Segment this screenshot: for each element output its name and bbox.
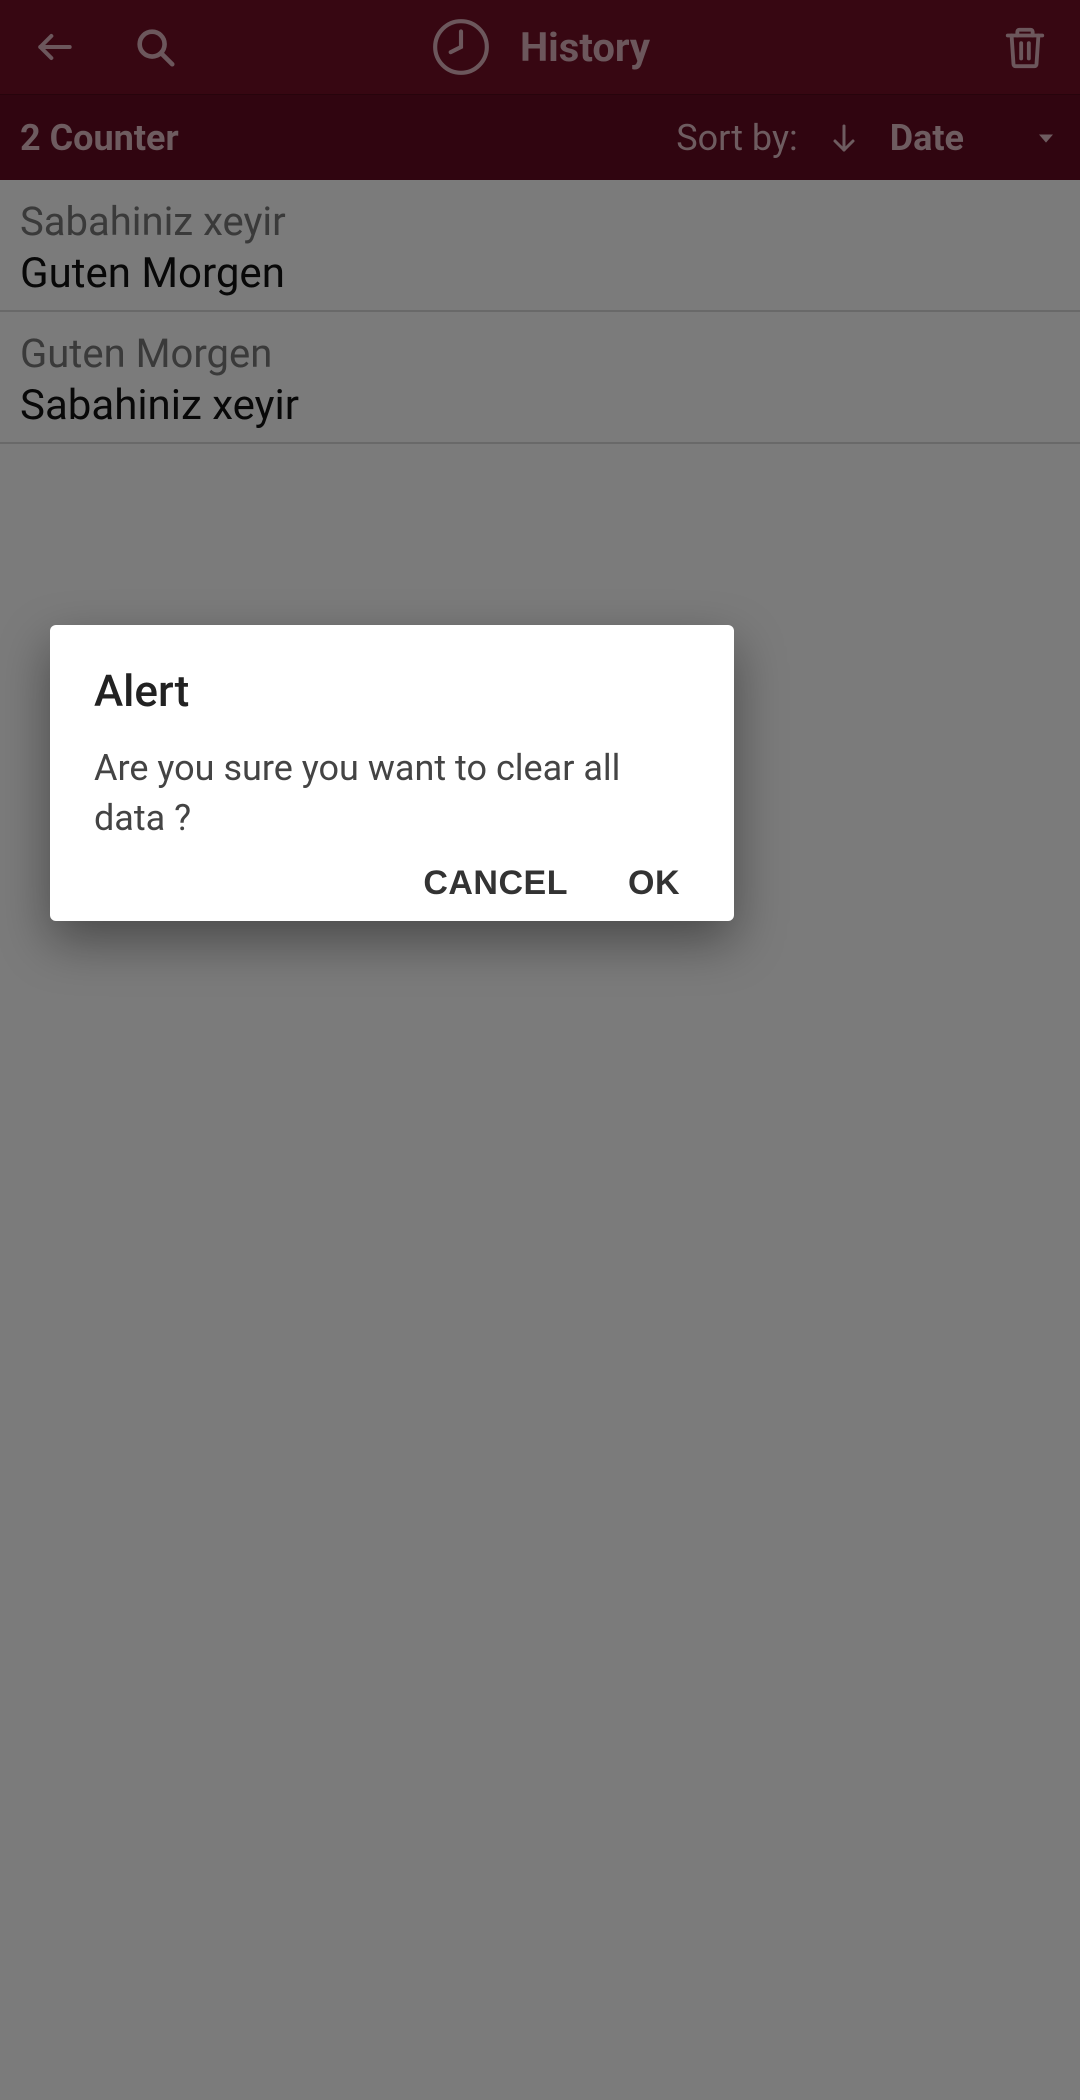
ok-button[interactable]: OK [628,864,680,903]
alert-dialog: Alert Are you sure you want to clear all… [50,625,734,921]
dialog-actions: CANCEL OK [94,844,690,903]
modal-overlay[interactable]: Alert Are you sure you want to clear all… [0,0,1080,2100]
dialog-title: Alert [94,665,690,717]
dialog-message: Are you sure you want to clear all data … [94,743,690,844]
cancel-button[interactable]: CANCEL [423,864,568,903]
